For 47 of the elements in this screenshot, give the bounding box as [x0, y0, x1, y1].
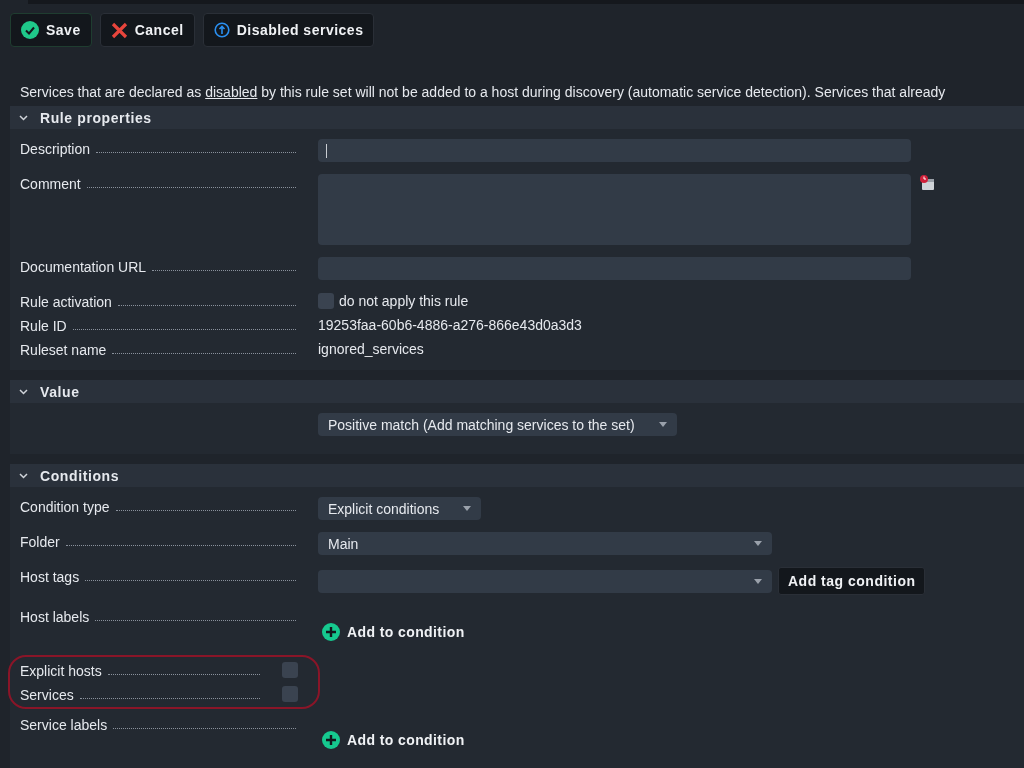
add-tag-condition-button[interactable]: Add tag condition	[778, 567, 926, 595]
dropdown-select[interactable]: Positive match (Add matching services to the set)	[318, 413, 677, 436]
text-input[interactable]	[318, 139, 911, 162]
field-label: Host labels	[20, 609, 90, 625]
dropdown-caret-icon	[754, 541, 762, 546]
chevron-down-icon	[19, 388, 28, 395]
section-header[interactable]: Conditions	[10, 464, 1024, 487]
info-button[interactable]: Disabled services	[202, 13, 375, 47]
field-label: Description	[20, 141, 91, 157]
checkbox[interactable]	[318, 293, 334, 309]
calendar-clock-icon[interactable]	[919, 174, 935, 191]
field-label: Ruleset name	[20, 342, 107, 358]
field-label: Rule ID	[20, 318, 67, 334]
section-header[interactable]: Value	[10, 380, 1024, 403]
checkbox[interactable]	[282, 686, 298, 702]
plus-icon	[322, 623, 340, 641]
add-to-condition-button[interactable]: Add to condition	[318, 623, 465, 641]
dropdown-caret-icon	[658, 422, 667, 427]
intro-text: Services that are declared as disabled by this rule set will not be added to a host during discovery (automatic service detection). Services that already	[20, 83, 947, 101]
save-button[interactable]: Save	[10, 13, 92, 47]
field-value: 19253faa-60b6-4886-a276-866e43d0a3d3	[318, 317, 582, 333]
field-label: Explicit hosts	[20, 663, 102, 679]
plus-icon	[322, 731, 340, 749]
dropdown-select[interactable]: Main	[318, 532, 772, 555]
dropdown-select[interactable]	[318, 569, 772, 593]
section-header[interactable]: Rule properties	[10, 106, 1024, 129]
add-to-condition-button[interactable]: Add to condition	[318, 731, 465, 749]
chevron-down-icon	[19, 114, 28, 121]
field-value: ignored_services	[318, 341, 424, 357]
checkmark-icon	[21, 21, 39, 39]
field-label: Condition type	[20, 499, 110, 515]
checkbox-label: do not apply this rule	[339, 293, 469, 309]
dropdown-select[interactable]: Explicit conditions	[318, 497, 482, 520]
field-label: Comment	[20, 176, 81, 192]
field-label: Service labels	[20, 717, 108, 733]
dropdown-caret-icon	[463, 506, 472, 511]
arrow-up-circle-icon	[213, 22, 230, 38]
field-label: Folder	[20, 534, 60, 550]
field-label: Rule activation	[20, 294, 112, 310]
dropdown-caret-icon	[754, 578, 762, 584]
close-icon	[110, 21, 128, 39]
chevron-down-icon	[19, 472, 28, 479]
field-label: Host tags	[20, 569, 80, 585]
checkbox[interactable]	[282, 662, 298, 678]
cancel-button[interactable]: Cancel	[99, 13, 195, 47]
field-label: Services	[20, 687, 74, 703]
field-label: Documentation URL	[20, 259, 147, 275]
